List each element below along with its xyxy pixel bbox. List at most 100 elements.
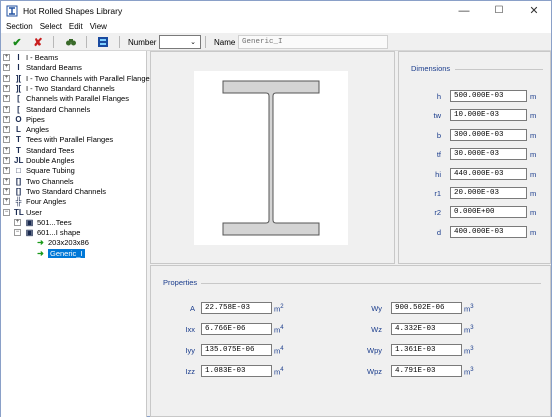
property-field[interactable]: 1.083E-03: [201, 365, 272, 377]
section-type-icon: [: [17, 94, 20, 104]
tree-item-label: Square Tubing: [26, 166, 75, 176]
property-unit: m4: [274, 367, 284, 377]
section-tree[interactable]: + I I - Beams + I Standard Beams +][I - Two Ch…: [1, 51, 153, 417]
dimension-field[interactable]: 0.000E+00: [450, 206, 527, 219]
property-label: Wpz: [367, 367, 382, 376]
dimension-label: r1: [434, 189, 441, 198]
property-unit: m3: [464, 325, 474, 335]
menu-section[interactable]: Section: [6, 22, 33, 31]
property-label: Wy: [371, 304, 382, 313]
property-field[interactable]: 22.758E-03: [201, 302, 272, 314]
expander-icon[interactable]: +: [3, 187, 10, 195]
close-button[interactable]: ✕: [517, 1, 551, 20]
dimension-field[interactable]: 300.000E-03: [450, 128, 527, 141]
property-field[interactable]: 4.332E-03: [391, 323, 462, 335]
expander-icon[interactable]: +: [3, 64, 10, 72]
property-field[interactable]: 1.361E-03: [391, 344, 462, 356]
tree-item-label: Standard Beams: [26, 63, 82, 73]
property-label: Izz: [185, 367, 195, 376]
menu-edit[interactable]: Edit: [69, 22, 83, 31]
book-icon: [98, 37, 108, 47]
library-button[interactable]: [93, 35, 113, 49]
section-type-icon: ▣: [25, 228, 34, 238]
expander-icon[interactable]: +: [3, 198, 10, 206]
expander-icon[interactable]: +: [3, 115, 10, 123]
tree-item-label: I - Two Channels with Parallel Flanges: [26, 73, 154, 83]
section-type-icon: ➜: [37, 238, 44, 248]
dimension-unit: m: [530, 130, 537, 140]
tree-item-label: 203x203x86: [48, 238, 89, 248]
expander-icon[interactable]: +: [3, 84, 10, 92]
property-unit: m4: [274, 346, 284, 356]
property-label: Ixx: [185, 325, 195, 334]
section-type-icon: ▣: [25, 217, 34, 227]
toolbar-separator: [119, 36, 120, 48]
expander-icon[interactable]: +: [3, 146, 10, 154]
section-type-icon: ➜: [37, 248, 44, 258]
tree-item-label: User: [26, 207, 42, 217]
tree-item-label: I - Two Standard Channels: [26, 83, 115, 93]
expander-icon[interactable]: +: [3, 54, 10, 61]
dimension-field[interactable]: 500.000E-03: [450, 90, 527, 102]
chevron-down-icon: ⌄: [190, 39, 196, 46]
unit-exponent: 4: [280, 325, 284, 331]
section-type-icon: O: [15, 114, 22, 124]
property-field[interactable]: 900.502E-06: [391, 302, 462, 314]
tree-item-label: Pipes: [26, 114, 45, 124]
expander-icon[interactable]: +: [3, 177, 10, 185]
expander-icon[interactable]: +: [3, 157, 10, 164]
dimension-unit: m: [530, 227, 537, 237]
number-select[interactable]: ⌄: [159, 35, 201, 49]
section-type-icon: JL: [14, 156, 24, 165]
dimensions-panel: Dimensions h 500.000E-03 m tw 10.000E-03 m b 30…: [398, 51, 551, 264]
maximize-button[interactable]: ☐: [482, 1, 516, 20]
section-type-icon: []: [15, 176, 22, 186]
menu-select[interactable]: Select: [40, 22, 62, 31]
unit-exponent: 4: [280, 367, 284, 373]
ok-button[interactable]: ✔: [7, 35, 27, 49]
name-field[interactable]: Generic_I: [238, 35, 388, 49]
tree-item-label: Channels with Parallel Flanges: [26, 94, 129, 104]
property-unit: m4: [274, 325, 284, 335]
property-field[interactable]: 135.075E-06: [201, 344, 272, 356]
tree-item-label: Standard Channels: [26, 104, 91, 114]
expander-icon[interactable]: +: [3, 126, 10, 134]
section-type-icon: ][: [15, 73, 22, 83]
dimension-unit: m: [530, 92, 537, 101]
dimension-field[interactable]: 400.000E-03: [450, 225, 527, 238]
unit-exponent: 3: [470, 325, 474, 331]
menu-view[interactable]: View: [90, 22, 107, 31]
find-button[interactable]: [61, 35, 81, 49]
dimension-unit: m: [530, 150, 537, 160]
property-label: Wpy: [367, 346, 382, 355]
expander-icon[interactable]: +: [14, 218, 21, 226]
dimension-field[interactable]: 10.000E-03: [450, 109, 527, 122]
dimension-field[interactable]: 440.000E-03: [450, 167, 527, 180]
dimension-label: tw: [433, 111, 442, 121]
property-unit: m3: [464, 346, 474, 356]
section-type-icon: T: [16, 135, 21, 145]
properties-title: Properties: [163, 278, 198, 287]
dimension-field[interactable]: 30.000E-03: [450, 148, 527, 161]
section-type-icon: L: [16, 125, 21, 135]
unit-exponent: 3: [470, 304, 474, 310]
expander-icon[interactable]: +: [3, 167, 10, 175]
check-icon: ✔: [12, 36, 22, 49]
dimension-field[interactable]: 20.000E-03: [450, 187, 527, 199]
i-beam-shape: [222, 80, 320, 236]
expander-icon[interactable]: +: [3, 136, 10, 144]
minimize-button[interactable]: —: [447, 1, 481, 20]
expander-icon[interactable]: +: [3, 105, 10, 113]
section-type-icon: []: [15, 186, 22, 196]
group-line: [455, 69, 543, 70]
cancel-button[interactable]: ✘: [28, 35, 48, 49]
dimension-unit: m: [530, 189, 537, 198]
expander-icon[interactable]: +: [3, 74, 10, 82]
expander-icon[interactable]: +: [3, 95, 10, 103]
expander-icon[interactable]: −: [3, 208, 10, 216]
property-field[interactable]: 6.766E-06: [201, 323, 272, 335]
property-field[interactable]: 4.791E-03: [391, 365, 462, 377]
section-type-icon: I: [17, 53, 20, 62]
expander-icon[interactable]: −: [14, 229, 21, 237]
dimension-label: d: [436, 227, 441, 237]
